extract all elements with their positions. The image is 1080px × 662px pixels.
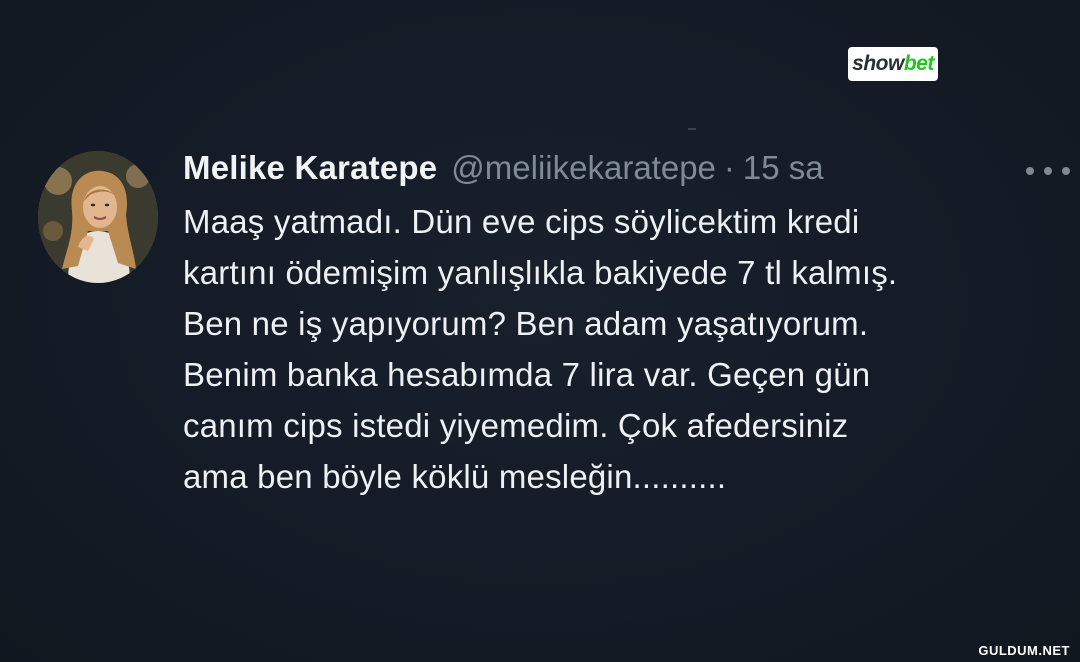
avatar[interactable]	[38, 151, 158, 283]
more-options-button[interactable]	[1026, 160, 1070, 182]
screenshot-canvas: show bet Melike Karatepe @meliikekaratep…	[0, 0, 1080, 662]
more-horizontal-icon-dot	[1026, 167, 1034, 175]
tweet-text-line: Benim banka hesabımda 7 lira var. Geçen …	[183, 356, 871, 393]
profile-photo-icon	[38, 151, 158, 283]
tweet-header: Melike Karatepe @meliikekaratepe · 15 sa	[183, 149, 824, 191]
tweet-text-line: kartını ödemişim yanlışlıkla bakiyede 7 …	[183, 254, 898, 291]
header-separator: ·	[723, 149, 735, 186]
more-horizontal-icon-dot	[1062, 167, 1070, 175]
tweet-timestamp[interactable]: 15 sa	[743, 149, 824, 187]
author-display-name[interactable]: Melike Karatepe	[183, 149, 437, 187]
author-handle[interactable]: @meliikekaratepe	[451, 149, 716, 187]
more-horizontal-icon-dot	[1044, 167, 1052, 175]
tweet-text-line: Ben ne iş yapıyorum? Ben adam yaşatıyoru…	[183, 305, 869, 342]
tweet-text-line: canım cips istedi yiyemedim. Çok afeders…	[183, 407, 849, 444]
site-watermark: GULDUM.NET	[978, 643, 1070, 658]
tweet-card[interactable]: Melike Karatepe @meliikekaratepe · 15 sa…	[0, 0, 1080, 662]
tweet-body: Maaş yatmadı. Dün eve cips söylicektim k…	[183, 196, 1063, 502]
tweet-text-line: ama ben böyle köklü mesleğin..........	[183, 458, 727, 495]
tweet-text-line: Maaş yatmadı. Dün eve cips söylicektim k…	[183, 203, 860, 240]
